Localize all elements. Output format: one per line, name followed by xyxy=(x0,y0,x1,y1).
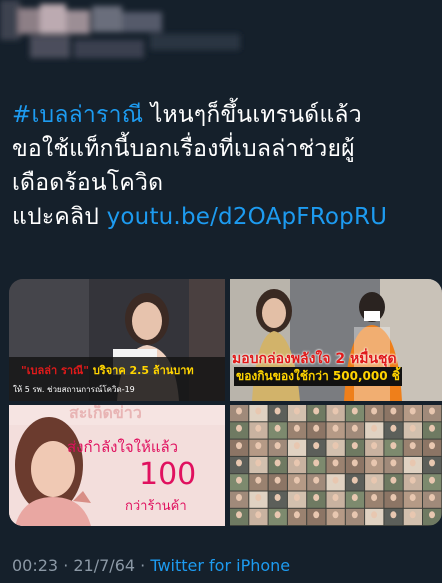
photo-collage xyxy=(230,405,442,526)
media-image-2[interactable]: มอบกล่องพลังใจ 2 หมื่นชุด ของกินของใช้กว… xyxy=(230,279,442,401)
youtube-link[interactable]: youtu.be/d2OApFRopRU xyxy=(107,204,388,230)
tweet-date[interactable]: 21/7/64 xyxy=(73,556,135,575)
tweet-line-4: แปะคลิป youtu.be/d2OApFRopRU xyxy=(12,200,437,234)
caption-name: "เบลล่า ราณี" xyxy=(21,364,89,377)
support-caption-number: 100 xyxy=(139,457,197,492)
media-grid: "เบลล่า ราณี" บริจาค 2.5 ล้านบาท ให้ 5 ร… xyxy=(9,279,442,526)
faded-header-text: สะเก็ดข่าว xyxy=(69,405,142,422)
meta-separator: · xyxy=(58,556,74,575)
blurred-user-header[interactable] xyxy=(0,0,260,72)
tweet-text: #เบลล่าราณี ไหนๆก็ขึ้นเทรนด์แล้ว ขอใช้แท… xyxy=(12,98,437,234)
donation-subcaption: ให้ 5 รพ. ช่วยสถานการณ์โควิด-19 xyxy=(13,385,135,394)
tweet-time[interactable]: 00:23 xyxy=(12,556,58,575)
tweet-line-1: #เบลล่าราณี ไหนๆก็ขึ้นเทรนด์แล้ว xyxy=(12,98,437,132)
tweet-meta: 00:23 · 21/7/64 · Twitter for iPhone xyxy=(12,556,290,575)
hashtag-link[interactable]: #เบลล่าราณี xyxy=(12,102,143,128)
caption-action: บริจาค 2.5 ล้านบาท xyxy=(88,364,194,377)
media-image-4[interactable] xyxy=(230,405,442,526)
media-image-3[interactable]: สะเก็ดข่าว ส่งกำลังใจให้แล้ว 100 กว่าร้า… xyxy=(9,405,225,526)
tweet-line-2: ขอใช้แท็กนี้บอกเรื่องที่เบลล่าช่วยผู้ xyxy=(12,136,355,162)
media-image-1[interactable]: "เบลล่า ราณี" บริจาค 2.5 ล้านบาท ให้ 5 ร… xyxy=(9,279,225,401)
tweet-line-4-text: แปะคลิป xyxy=(12,204,107,230)
tweet-source-link[interactable]: Twitter for iPhone xyxy=(150,556,290,575)
meta-separator-2: · xyxy=(135,556,151,575)
relief-caption-bottom: ของกินของใช้กว่า 500,000 ชิ้ xyxy=(234,367,402,386)
donation-caption: "เบลล่า ราณี" บริจาค 2.5 ล้านบาท xyxy=(21,361,194,379)
support-caption-bottom: กว่าร้านค้า xyxy=(125,499,187,514)
support-caption-top: ส่งกำลังใจให้แล้ว xyxy=(67,438,179,456)
tweet-line-1-text: ไหนๆก็ขึ้นเทรนด์แล้ว xyxy=(143,102,362,128)
tweet-line-3: เดือดร้อนโควิด xyxy=(12,170,164,196)
